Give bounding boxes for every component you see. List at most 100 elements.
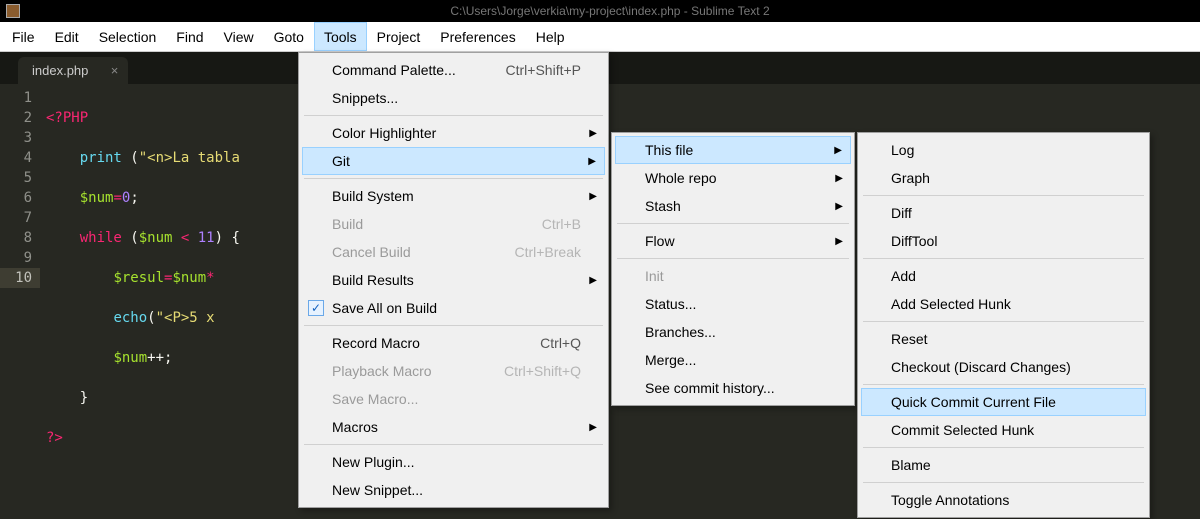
- chevron-right-icon: ▶: [835, 201, 843, 212]
- code-token: <: [172, 230, 197, 246]
- code-token: (: [122, 150, 139, 166]
- file-checkout[interactable]: Checkout (Discard Changes): [861, 353, 1146, 381]
- menu-label: Reset: [891, 331, 928, 347]
- file-graph[interactable]: Graph: [861, 164, 1146, 192]
- menu-label: Blame: [891, 457, 931, 473]
- code-token: <?PHP: [46, 110, 88, 126]
- file-diff[interactable]: Diff: [861, 199, 1146, 227]
- tools-save-macro[interactable]: Save Macro...: [302, 385, 605, 413]
- menu-find[interactable]: Find: [166, 22, 213, 51]
- tab-index-php[interactable]: index.php ×: [18, 57, 128, 84]
- menu-help[interactable]: Help: [526, 22, 575, 51]
- file-add[interactable]: Add: [861, 262, 1146, 290]
- menu-view[interactable]: View: [214, 22, 264, 51]
- tools-snippets[interactable]: Snippets...: [302, 84, 605, 112]
- file-difftool[interactable]: DiffTool: [861, 227, 1146, 255]
- menu-label: Graph: [891, 170, 930, 186]
- file-reset[interactable]: Reset: [861, 325, 1146, 353]
- menu-separator: [863, 482, 1144, 483]
- this-file-menu: Log Graph Diff DiffTool Add Add Selected…: [857, 132, 1150, 518]
- menu-separator: [863, 447, 1144, 448]
- menu-preferences[interactable]: Preferences: [430, 22, 525, 51]
- tools-record-macro[interactable]: Record MacroCtrl+Q: [302, 329, 605, 357]
- menu-label: Save Macro...: [332, 391, 418, 407]
- menu-label: Quick Commit Current File: [891, 394, 1056, 410]
- file-add-selected-hunk[interactable]: Add Selected Hunk: [861, 290, 1146, 318]
- code-token: $num: [113, 350, 147, 366]
- menu-project[interactable]: Project: [367, 22, 431, 51]
- git-whole-repo[interactable]: Whole repo▶: [615, 164, 851, 192]
- code-token: $num: [139, 230, 173, 246]
- menu-goto[interactable]: Goto: [264, 22, 314, 51]
- file-toggle-annotations[interactable]: Toggle Annotations: [861, 486, 1146, 514]
- menu-label: Snippets...: [332, 90, 398, 106]
- line-number: 8: [0, 228, 32, 248]
- menu-separator: [863, 321, 1144, 322]
- menu-label: Save All on Build: [332, 300, 437, 316]
- file-blame[interactable]: Blame: [861, 451, 1146, 479]
- close-icon[interactable]: ×: [111, 63, 119, 78]
- code-token: ;: [130, 190, 138, 206]
- menu-label: Merge...: [645, 352, 696, 368]
- menu-label: Log: [891, 142, 914, 158]
- line-number: 4: [0, 148, 32, 168]
- tools-macros[interactable]: Macros▶: [302, 413, 605, 441]
- menu-label: Command Palette...: [332, 62, 456, 78]
- tools-command-palette[interactable]: Command Palette... Ctrl+Shift+P: [302, 56, 605, 84]
- tools-build-results[interactable]: Build Results▶: [302, 266, 605, 294]
- git-stash[interactable]: Stash▶: [615, 192, 851, 220]
- menu-shortcut: Ctrl+B: [542, 216, 581, 232]
- menu-label: Whole repo: [645, 170, 717, 186]
- menu-label: Git: [332, 153, 350, 169]
- menu-label: Add: [891, 268, 916, 284]
- menu-selection[interactable]: Selection: [89, 22, 167, 51]
- line-number: 10: [0, 268, 40, 288]
- git-see-commit-history[interactable]: See commit history...: [615, 374, 851, 402]
- git-flow[interactable]: Flow▶: [615, 227, 851, 255]
- git-init[interactable]: Init: [615, 262, 851, 290]
- menu-tools[interactable]: Tools: [314, 22, 367, 51]
- file-commit-selected-hunk[interactable]: Commit Selected Hunk: [861, 416, 1146, 444]
- file-log[interactable]: Log: [861, 136, 1146, 164]
- git-status[interactable]: Status...: [615, 290, 851, 318]
- tools-save-all-on-build[interactable]: ✓Save All on Build: [302, 294, 605, 322]
- file-quick-commit[interactable]: Quick Commit Current File: [861, 388, 1146, 416]
- tools-playback-macro[interactable]: Playback MacroCtrl+Shift+Q: [302, 357, 605, 385]
- tools-new-snippet[interactable]: New Snippet...: [302, 476, 605, 504]
- code-token: ?>: [46, 430, 63, 446]
- git-branches[interactable]: Branches...: [615, 318, 851, 346]
- menu-label: Flow: [645, 233, 675, 249]
- menu-label: Macros: [332, 419, 378, 435]
- menu-label: Cancel Build: [332, 244, 411, 260]
- tools-cancel-build[interactable]: Cancel Build Ctrl+Break: [302, 238, 605, 266]
- tools-build[interactable]: Build Ctrl+B: [302, 210, 605, 238]
- menu-separator: [617, 258, 849, 259]
- tools-new-plugin[interactable]: New Plugin...: [302, 448, 605, 476]
- menu-label: Build: [332, 216, 363, 232]
- menu-edit[interactable]: Edit: [45, 22, 89, 51]
- git-merge[interactable]: Merge...: [615, 346, 851, 374]
- titlebar: C:\Users\Jorge\verkia\my-project\index.p…: [0, 0, 1200, 22]
- chevron-right-icon: ▶: [589, 128, 597, 139]
- tools-build-system[interactable]: Build System▶: [302, 182, 605, 210]
- code-token: *: [206, 270, 214, 286]
- tools-git[interactable]: Git▶: [302, 147, 605, 175]
- tools-color-highlighter[interactable]: Color Highlighter▶: [302, 119, 605, 147]
- code-token: ++;: [147, 350, 172, 366]
- line-number: 2: [0, 108, 32, 128]
- menu-shortcut: Ctrl+Break: [514, 244, 581, 260]
- code-token: =: [113, 190, 121, 206]
- menu-label: Toggle Annotations: [891, 492, 1009, 508]
- code-token: $num: [80, 190, 114, 206]
- chevron-right-icon: ▶: [589, 275, 597, 286]
- menu-label: Branches...: [645, 324, 716, 340]
- git-this-file[interactable]: This file▶: [615, 136, 851, 164]
- code-area[interactable]: <?PHP print ("<n>La tabla $num=0; while …: [40, 84, 248, 519]
- code-token: }: [80, 390, 88, 406]
- code-token: print: [80, 150, 122, 166]
- menu-separator: [863, 384, 1144, 385]
- menu-shortcut: Ctrl+Shift+P: [506, 62, 581, 78]
- menu-separator: [863, 195, 1144, 196]
- menu-file[interactable]: File: [2, 22, 45, 51]
- menu-label: Status...: [645, 296, 696, 312]
